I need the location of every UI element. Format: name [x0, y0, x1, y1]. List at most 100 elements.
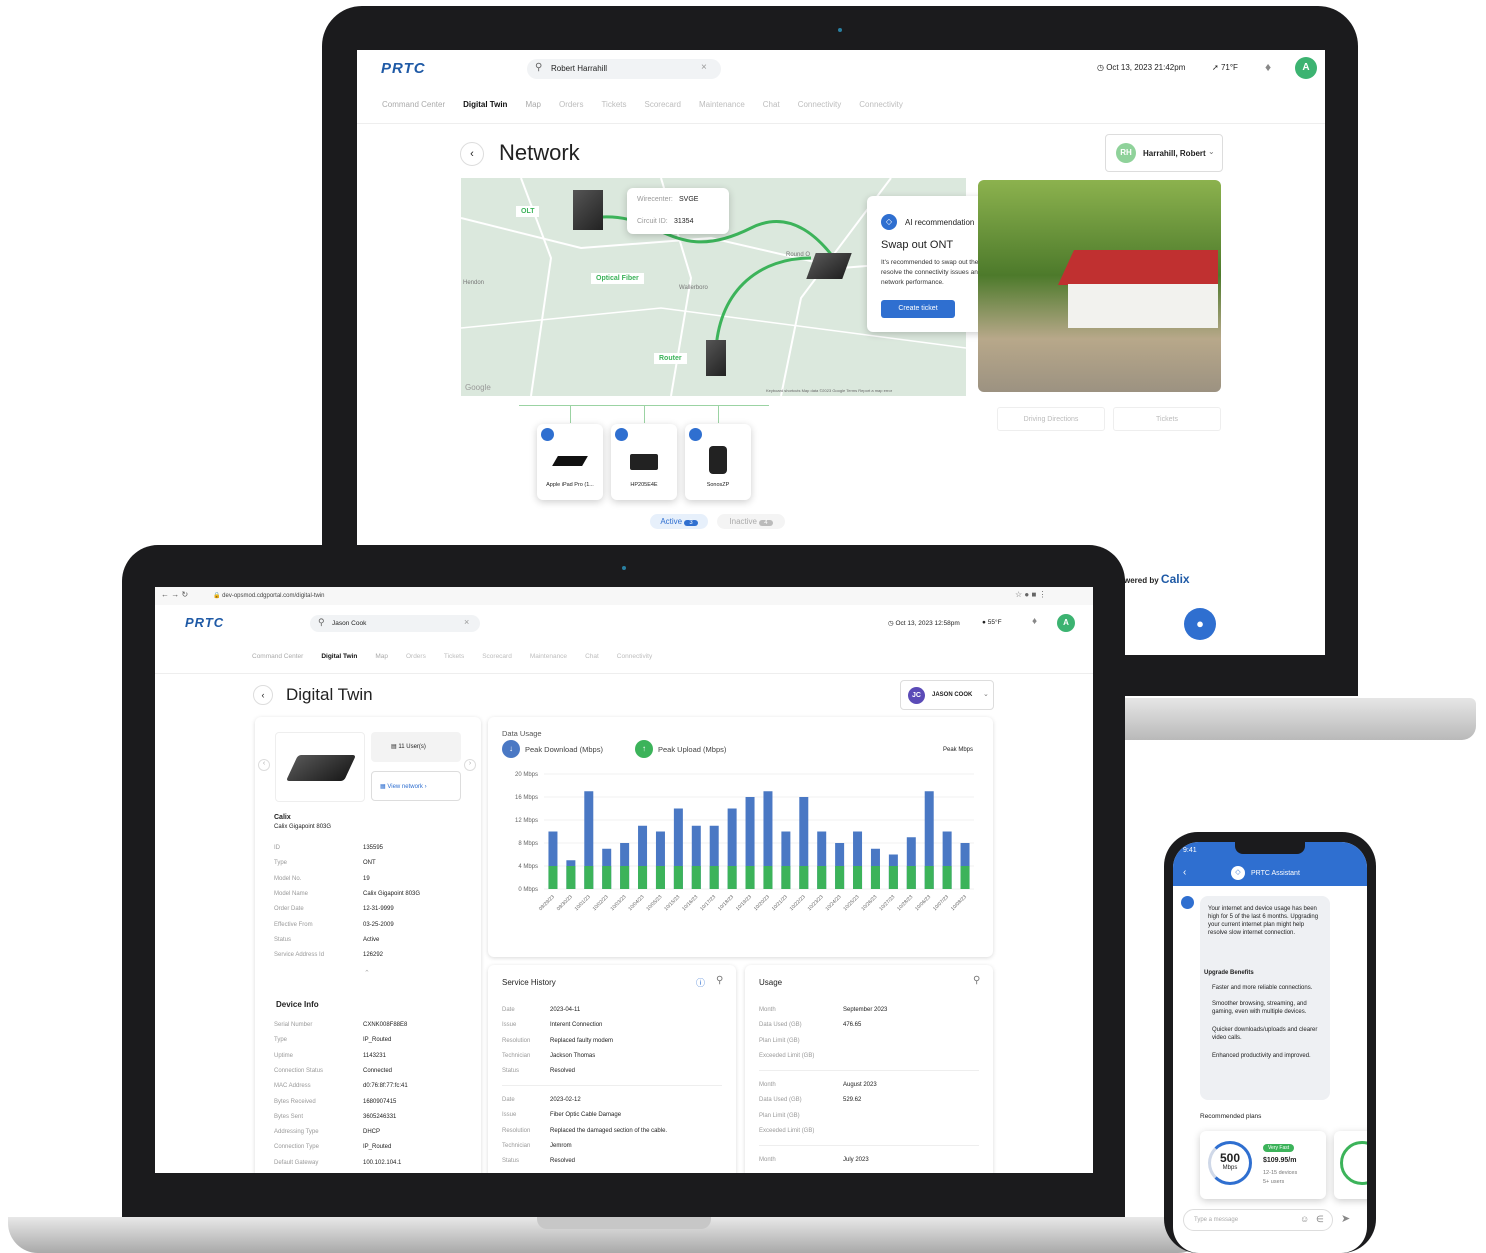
bar-upload[interactable]: [763, 866, 773, 889]
chevron-up-icon[interactable]: ⌃: [364, 969, 370, 977]
search-input[interactable]: ⚲ Robert Harrahill ×: [527, 59, 721, 79]
back-laptop-base: [1120, 698, 1476, 740]
user-avatar[interactable]: A: [1295, 57, 1317, 79]
back-button[interactable]: ‹: [253, 685, 273, 705]
back-arrow-icon[interactable]: ← → ↻: [161, 590, 188, 599]
bar-upload[interactable]: [853, 866, 863, 889]
emoji-icon[interactable]: ☺: [1300, 1214, 1309, 1224]
nav-map[interactable]: Map: [525, 100, 541, 109]
nav-map[interactable]: Map: [375, 653, 388, 660]
device-card-sonos[interactable]: SonosZP: [685, 424, 751, 500]
notification-bell-icon[interactable]: ♦: [1265, 60, 1271, 74]
bar-upload[interactable]: [942, 866, 952, 889]
x-tick-label: 10/28/23: [896, 894, 914, 912]
nav-connectivity[interactable]: Connectivity: [798, 100, 842, 109]
olt-device-icon[interactable]: [573, 190, 603, 230]
driving-directions-button[interactable]: Driving Directions: [997, 407, 1105, 431]
router-device-icon[interactable]: [706, 340, 726, 376]
nav-digital-twin[interactable]: Digital Twin: [463, 100, 507, 109]
search-icon[interactable]: ⚲: [716, 975, 723, 986]
inactive-filter[interactable]: Inactive 4: [717, 514, 785, 529]
bar-upload[interactable]: [566, 866, 576, 889]
clear-search-icon[interactable]: ×: [464, 617, 469, 627]
ai-icon: ◇: [881, 214, 897, 230]
nav-maintenance[interactable]: Maintenance: [699, 100, 745, 109]
house-wall: [1068, 284, 1218, 328]
service-field-value: 2023-04-11: [550, 1007, 581, 1013]
search-input[interactable]: ⚲ Jason Cook ×: [310, 615, 480, 632]
bar-upload[interactable]: [888, 866, 898, 889]
bar-upload[interactable]: [709, 866, 719, 889]
bar-upload[interactable]: [638, 866, 648, 889]
back-arrow-icon[interactable]: ‹: [1183, 867, 1186, 878]
x-tick-label: 10/22/23: [789, 894, 807, 912]
input-placeholder: Type a message: [1194, 1217, 1239, 1223]
device-card-printer[interactable]: HP205E4E: [611, 424, 677, 500]
nav-tickets[interactable]: Tickets: [601, 100, 626, 109]
back-button[interactable]: ‹: [460, 142, 484, 166]
nav-orders[interactable]: Orders: [406, 653, 426, 660]
bar-upload[interactable]: [673, 866, 683, 889]
assistant-avatar: [1181, 896, 1194, 909]
bar-upload[interactable]: [655, 866, 665, 889]
device-field-label: Model No.: [274, 875, 302, 882]
nav-connectivity-2[interactable]: Connectivity: [859, 100, 903, 109]
nav-maintenance[interactable]: Maintenance: [530, 653, 567, 660]
tickets-button[interactable]: Tickets: [1113, 407, 1221, 431]
send-icon[interactable]: ➤: [1341, 1212, 1350, 1225]
message-input[interactable]: Type a message ☺ ∈: [1183, 1209, 1333, 1231]
browser-extension-icons[interactable]: ☆ ● ■ ⋮: [1015, 590, 1047, 599]
clear-search-icon[interactable]: ×: [701, 62, 707, 73]
bar-upload[interactable]: [906, 866, 916, 889]
bar-upload[interactable]: [799, 866, 809, 889]
usage-card: Usage ⚲ Month September 2023 Data Used (GB…: [745, 965, 993, 1173]
info-icon[interactable]: ⓘ: [696, 976, 705, 989]
plan-card[interactable]: 500 Mbps Very Fast $109.95/m 12-15 devic…: [1200, 1131, 1326, 1199]
nav-connectivity[interactable]: Connectivity: [617, 653, 652, 660]
search-icon[interactable]: ⚲: [973, 975, 980, 986]
attach-icon[interactable]: ∈: [1316, 1214, 1324, 1225]
create-ticket-button[interactable]: Create ticket: [881, 300, 955, 318]
bar-upload[interactable]: [924, 866, 934, 889]
nav-orders[interactable]: Orders: [559, 100, 583, 109]
assistant-name: PRTC Assistant: [1251, 870, 1300, 877]
ipad-icon: [552, 456, 588, 466]
service-field-label: Status: [502, 1068, 520, 1075]
nav-chat[interactable]: Chat: [763, 100, 780, 109]
next-image-icon[interactable]: ›: [464, 759, 476, 771]
y-tick-label: 20 Mbps: [515, 772, 538, 778]
bar-upload[interactable]: [960, 866, 970, 889]
user-selector[interactable]: JC JASON COOK ⌄: [900, 680, 994, 710]
map-town-label: Round O: [786, 252, 811, 258]
user-selector[interactable]: RH Harrahill, Robert ⌄: [1105, 134, 1223, 172]
nav-command-center[interactable]: Command Center: [252, 653, 303, 660]
plan-card-partial[interactable]: [1334, 1131, 1367, 1199]
nav-digital-twin[interactable]: Digital Twin: [321, 653, 357, 660]
nav-command-center[interactable]: Command Center: [382, 100, 445, 109]
bar-upload[interactable]: [691, 866, 701, 889]
bar-upload[interactable]: [620, 866, 630, 889]
url-bar[interactable]: 🔒 dev-opsmod.cdgportal.com/digital-twin: [213, 592, 325, 599]
view-network-button[interactable]: ▦ View network ›: [371, 771, 461, 801]
user-avatar[interactable]: A: [1057, 614, 1075, 632]
bar-upload[interactable]: [548, 866, 558, 889]
bar-upload[interactable]: [745, 866, 755, 889]
notification-bell-icon[interactable]: ♦: [1032, 616, 1037, 627]
bar-upload[interactable]: [727, 866, 737, 889]
nav-scorecard[interactable]: Scorecard: [482, 653, 512, 660]
chat-bubble-icon[interactable]: ●: [1184, 608, 1216, 640]
nav-scorecard[interactable]: Scorecard: [645, 100, 681, 109]
device-card-ipad[interactable]: Apple iPad Pro (1...: [537, 424, 603, 500]
nav-chat[interactable]: Chat: [585, 653, 599, 660]
bar-upload[interactable]: [781, 866, 791, 889]
bar-upload[interactable]: [817, 866, 827, 889]
prev-image-icon[interactable]: ‹: [258, 759, 270, 771]
device-image: [275, 732, 365, 802]
device-field-label: Type: [274, 860, 288, 867]
bar-upload[interactable]: [584, 866, 594, 889]
active-filter[interactable]: Active 3: [650, 514, 708, 529]
nav-tickets[interactable]: Tickets: [444, 653, 464, 660]
bar-upload[interactable]: [870, 866, 880, 889]
bar-upload[interactable]: [835, 866, 845, 889]
bar-upload[interactable]: [602, 866, 612, 889]
